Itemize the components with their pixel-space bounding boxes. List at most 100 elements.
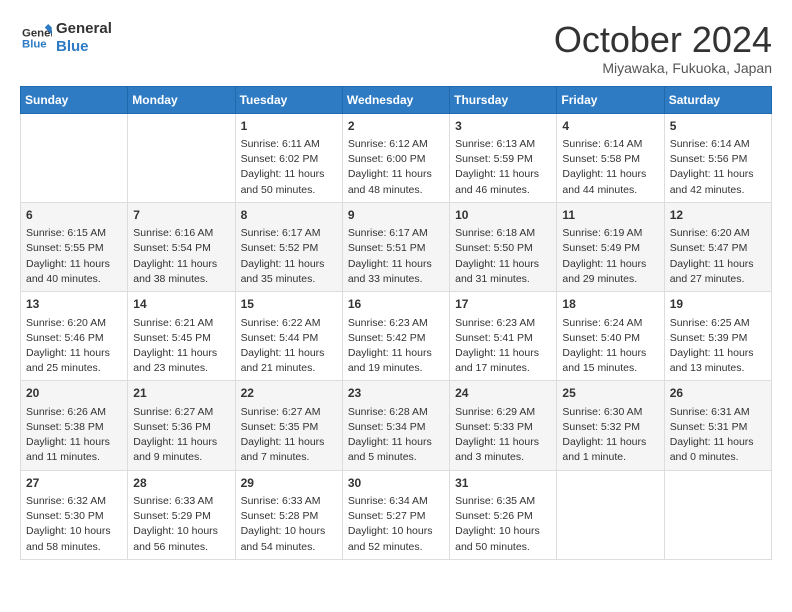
day-cell: 31 Sunrise: 6:35 AMSunset: 5:26 PMDayligh… xyxy=(450,470,557,559)
day-cell: 21Sunrise: 6:27 AMSunset: 5:36 PMDayligh… xyxy=(128,381,235,470)
calendar-subtitle: Miyawaka, Fukuoka, Japan xyxy=(554,60,772,76)
day-number: 15 xyxy=(241,296,337,313)
day-cell: 1 Sunrise: 6:11 AMSunset: 6:02 PMDaylight… xyxy=(235,113,342,202)
day-number: 12 xyxy=(670,207,766,224)
day-info: Sunrise: 6:12 AMSunset: 6:00 PMDaylight:… xyxy=(348,137,444,198)
day-info: Sunrise: 6:35 AMSunset: 5:26 PMDaylight:… xyxy=(455,494,551,555)
day-cell: 26 Sunrise: 6:31 AMSunset: 5:31 PMDayligh… xyxy=(664,381,771,470)
day-info: Sunrise: 6:23 AMSunset: 5:42 PMDaylight:… xyxy=(348,316,444,377)
day-cell: 13 Sunrise: 6:20 AMSunset: 5:46 PMDayligh… xyxy=(21,292,128,381)
header-cell-tuesday: Tuesday xyxy=(235,86,342,113)
logo-line1: General xyxy=(56,20,112,38)
day-number: 14 xyxy=(133,296,229,313)
day-number: 16 xyxy=(348,296,444,313)
day-cell: 28 Sunrise: 6:33 AMSunset: 5:29 PMDayligh… xyxy=(128,470,235,559)
day-cell: 12 Sunrise: 6:20 AMSunset: 5:47 PMDayligh… xyxy=(664,202,771,291)
day-number: 21 xyxy=(133,385,229,402)
day-info: Sunrise: 6:32 AMSunset: 5:30 PMDaylight:… xyxy=(26,494,122,555)
day-cell: 6 Sunrise: 6:15 AMSunset: 5:55 PMDaylight… xyxy=(21,202,128,291)
day-number: 17 xyxy=(455,296,551,313)
day-info: Sunrise: 6:14 AMSunset: 5:58 PMDaylight:… xyxy=(562,137,658,198)
day-number: 26 xyxy=(670,385,766,402)
day-info: Sunrise: 6:28 AMSunset: 5:34 PMDaylight:… xyxy=(348,405,444,466)
day-number: 22 xyxy=(241,385,337,402)
day-number: 28 xyxy=(133,475,229,492)
day-cell: 9Sunrise: 6:17 AMSunset: 5:51 PMDaylight… xyxy=(342,202,449,291)
day-cell: 22Sunrise: 6:27 AMSunset: 5:35 PMDayligh… xyxy=(235,381,342,470)
header-cell-friday: Friday xyxy=(557,86,664,113)
header-cell-saturday: Saturday xyxy=(664,86,771,113)
day-cell xyxy=(664,470,771,559)
day-cell: 30 Sunrise: 6:34 AMSunset: 5:27 PMDayligh… xyxy=(342,470,449,559)
day-cell: 2 Sunrise: 6:12 AMSunset: 6:00 PMDaylight… xyxy=(342,113,449,202)
day-info: Sunrise: 6:33 AMSunset: 5:29 PMDaylight:… xyxy=(133,494,229,555)
day-cell: 20Sunrise: 6:26 AMSunset: 5:38 PMDayligh… xyxy=(21,381,128,470)
day-info: Sunrise: 6:29 AMSunset: 5:33 PMDaylight:… xyxy=(455,405,551,466)
day-info: Sunrise: 6:30 AMSunset: 5:32 PMDaylight:… xyxy=(562,405,658,466)
day-info: Sunrise: 6:20 AMSunset: 5:46 PMDaylight:… xyxy=(26,316,122,377)
day-cell: 3Sunrise: 6:13 AMSunset: 5:59 PMDaylight… xyxy=(450,113,557,202)
day-cell: 7 Sunrise: 6:16 AMSunset: 5:54 PMDaylight… xyxy=(128,202,235,291)
calendar-body: 1 Sunrise: 6:11 AMSunset: 6:02 PMDaylight… xyxy=(21,113,772,559)
day-cell xyxy=(21,113,128,202)
logo: General Blue General Blue xyxy=(20,20,112,56)
day-cell: 24 Sunrise: 6:29 AMSunset: 5:33 PMDayligh… xyxy=(450,381,557,470)
day-number: 24 xyxy=(455,385,551,402)
day-number: 23 xyxy=(348,385,444,402)
day-number: 13 xyxy=(26,296,122,313)
day-number: 6 xyxy=(26,207,122,224)
header-cell-wednesday: Wednesday xyxy=(342,86,449,113)
day-cell: 8Sunrise: 6:17 AMSunset: 5:52 PMDaylight… xyxy=(235,202,342,291)
header-cell-thursday: Thursday xyxy=(450,86,557,113)
day-info: Sunrise: 6:14 AMSunset: 5:56 PMDaylight:… xyxy=(670,137,766,198)
day-cell: 4 Sunrise: 6:14 AMSunset: 5:58 PMDaylight… xyxy=(557,113,664,202)
day-info: Sunrise: 6:33 AMSunset: 5:28 PMDaylight:… xyxy=(241,494,337,555)
day-cell: 25Sunrise: 6:30 AMSunset: 5:32 PMDayligh… xyxy=(557,381,664,470)
day-info: Sunrise: 6:11 AMSunset: 6:02 PMDaylight:… xyxy=(241,137,337,198)
calendar-table: SundayMondayTuesdayWednesdayThursdayFrid… xyxy=(20,86,772,560)
day-number: 30 xyxy=(348,475,444,492)
week-row-5: 27Sunrise: 6:32 AMSunset: 5:30 PMDayligh… xyxy=(21,470,772,559)
title-block: October 2024 Miyawaka, Fukuoka, Japan xyxy=(554,20,772,76)
day-cell xyxy=(557,470,664,559)
day-info: Sunrise: 6:20 AMSunset: 5:47 PMDaylight:… xyxy=(670,226,766,287)
day-number: 7 xyxy=(133,207,229,224)
day-info: Sunrise: 6:24 AMSunset: 5:40 PMDaylight:… xyxy=(562,316,658,377)
day-cell: 18Sunrise: 6:24 AMSunset: 5:40 PMDayligh… xyxy=(557,292,664,381)
logo-line2: Blue xyxy=(56,38,112,56)
day-number: 10 xyxy=(455,207,551,224)
day-number: 2 xyxy=(348,118,444,135)
day-cell: 23 Sunrise: 6:28 AMSunset: 5:34 PMDayligh… xyxy=(342,381,449,470)
day-number: 11 xyxy=(562,207,658,224)
day-number: 3 xyxy=(455,118,551,135)
day-cell: 11 Sunrise: 6:19 AMSunset: 5:49 PMDayligh… xyxy=(557,202,664,291)
day-number: 1 xyxy=(241,118,337,135)
day-info: Sunrise: 6:16 AMSunset: 5:54 PMDaylight:… xyxy=(133,226,229,287)
day-info: Sunrise: 6:19 AMSunset: 5:49 PMDaylight:… xyxy=(562,226,658,287)
day-cell: 19Sunrise: 6:25 AMSunset: 5:39 PMDayligh… xyxy=(664,292,771,381)
day-number: 8 xyxy=(241,207,337,224)
day-number: 31 xyxy=(455,475,551,492)
day-cell xyxy=(128,113,235,202)
page-header: General Blue General Blue October 2024 M… xyxy=(20,20,772,76)
day-info: Sunrise: 6:15 AMSunset: 5:55 PMDaylight:… xyxy=(26,226,122,287)
week-row-3: 13 Sunrise: 6:20 AMSunset: 5:46 PMDayligh… xyxy=(21,292,772,381)
day-info: Sunrise: 6:26 AMSunset: 5:38 PMDaylight:… xyxy=(26,405,122,466)
header-cell-monday: Monday xyxy=(128,86,235,113)
day-cell: 16 Sunrise: 6:23 AMSunset: 5:42 PMDayligh… xyxy=(342,292,449,381)
calendar-header: SundayMondayTuesdayWednesdayThursdayFrid… xyxy=(21,86,772,113)
calendar-title: October 2024 xyxy=(554,20,772,60)
day-info: Sunrise: 6:23 AMSunset: 5:41 PMDaylight:… xyxy=(455,316,551,377)
week-row-4: 20Sunrise: 6:26 AMSunset: 5:38 PMDayligh… xyxy=(21,381,772,470)
day-cell: 27Sunrise: 6:32 AMSunset: 5:30 PMDayligh… xyxy=(21,470,128,559)
day-number: 4 xyxy=(562,118,658,135)
day-info: Sunrise: 6:34 AMSunset: 5:27 PMDaylight:… xyxy=(348,494,444,555)
day-cell: 5 Sunrise: 6:14 AMSunset: 5:56 PMDaylight… xyxy=(664,113,771,202)
day-info: Sunrise: 6:25 AMSunset: 5:39 PMDaylight:… xyxy=(670,316,766,377)
day-info: Sunrise: 6:31 AMSunset: 5:31 PMDaylight:… xyxy=(670,405,766,466)
header-cell-sunday: Sunday xyxy=(21,86,128,113)
day-number: 5 xyxy=(670,118,766,135)
week-row-2: 6 Sunrise: 6:15 AMSunset: 5:55 PMDaylight… xyxy=(21,202,772,291)
day-number: 29 xyxy=(241,475,337,492)
day-cell: 29 Sunrise: 6:33 AMSunset: 5:28 PMDayligh… xyxy=(235,470,342,559)
